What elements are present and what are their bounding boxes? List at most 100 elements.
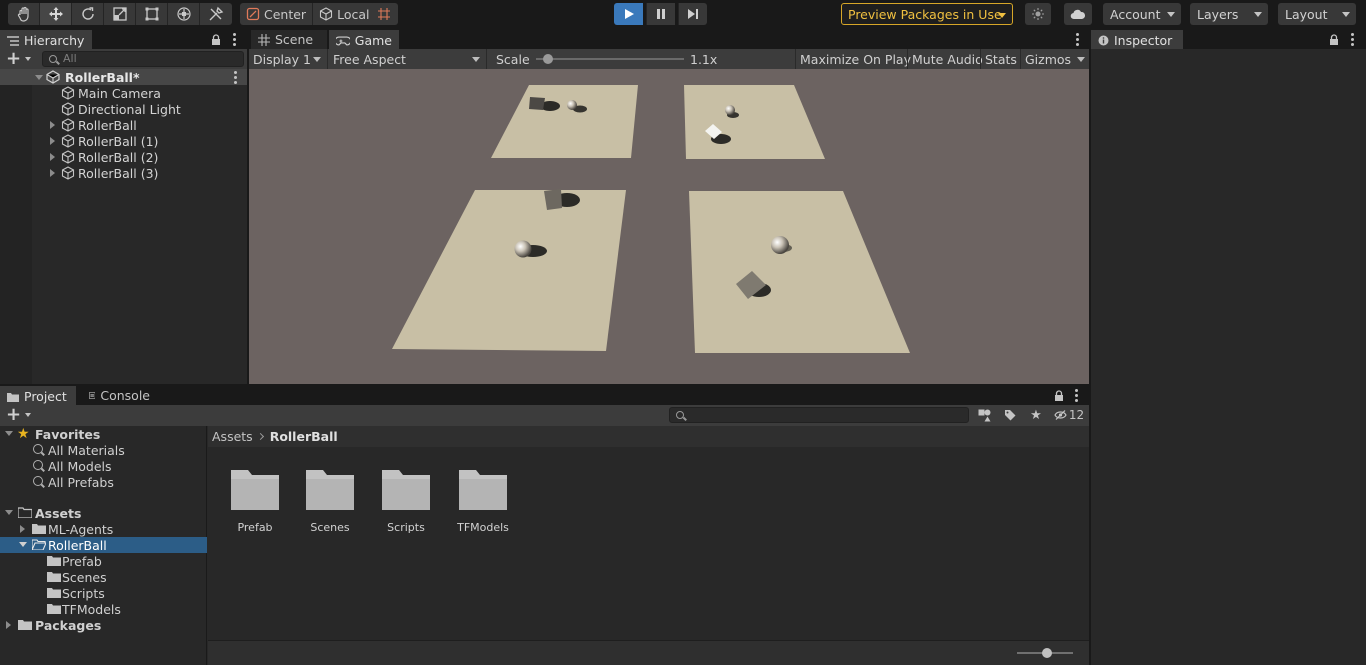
gameobject-cube-icon <box>61 118 75 132</box>
game-render-canvas[interactable] <box>249 69 1089 384</box>
collapse-arrow-icon[interactable] <box>5 510 13 515</box>
grid-snap-button[interactable] <box>370 3 398 25</box>
expand-arrow-icon[interactable] <box>6 621 11 629</box>
folder-ml-agents[interactable]: ML-Agents <box>0 521 207 537</box>
mute-audio-toggle[interactable]: Mute Audio <box>907 49 987 69</box>
asset-folder-prefab[interactable]: Prefab <box>220 454 290 534</box>
tab-inspector[interactable]: Inspector <box>1091 30 1183 49</box>
folder-scenes[interactable]: Scenes <box>0 569 207 585</box>
asset-folder-scripts[interactable]: Scripts <box>371 454 441 534</box>
favorites-row[interactable]: ★ Favorites <box>0 426 207 442</box>
expand-arrow-icon[interactable] <box>20 525 25 533</box>
search-icon <box>33 476 43 486</box>
move-tool-icon[interactable] <box>40 3 72 25</box>
aspect-dropdown[interactable]: Free Aspect <box>329 49 487 69</box>
thumbnail-size-handle[interactable] <box>1042 648 1053 658</box>
breadcrumb-assets[interactable]: Assets <box>212 429 253 444</box>
folder-label: Scripts <box>62 585 105 601</box>
lighting-settings-button[interactable] <box>1025 3 1051 25</box>
folder-scripts[interactable]: Scripts <box>0 585 207 601</box>
packages-row[interactable]: Packages <box>0 617 207 633</box>
favorite-item-all-materials[interactable]: All Materials <box>0 442 207 458</box>
layers-dropdown[interactable]: Layers <box>1190 3 1268 25</box>
hidden-packages-toggle[interactable]: 12 <box>1053 407 1085 423</box>
more-options-icon[interactable] <box>1074 389 1078 402</box>
layout-dropdown[interactable]: Layout <box>1278 3 1356 25</box>
folder-prefab[interactable]: Prefab <box>0 553 207 569</box>
expand-arrow-icon[interactable] <box>50 121 55 129</box>
asset-folder-tfmodels[interactable]: TFModels <box>448 454 518 534</box>
gizmos-dropdown[interactable]: Gizmos <box>1020 49 1089 69</box>
assets-label: Assets <box>35 505 82 521</box>
project-footer <box>208 640 1089 665</box>
account-label: Account <box>1110 6 1161 22</box>
collapse-arrow-icon[interactable] <box>19 542 27 547</box>
hierarchy-search-input[interactable]: All <box>42 51 244 67</box>
expand-arrow-icon[interactable] <box>50 153 55 161</box>
favorites-filter-button[interactable]: ★ <box>1025 407 1047 423</box>
pivot-center-button[interactable]: Center <box>240 3 314 25</box>
hierarchy-item-main-camera[interactable]: Main Camera <box>0 85 247 101</box>
transform-tool-icon[interactable] <box>168 3 200 25</box>
maximize-on-play-toggle[interactable]: Maximize On Play <box>795 49 915 69</box>
thumbnail-size-slider[interactable] <box>1017 648 1073 658</box>
hierarchy-item-rollerball-2[interactable]: RollerBall (2) <box>0 149 247 165</box>
hand-tool-icon[interactable] <box>8 3 40 25</box>
tab-inspector-label: Inspector <box>1114 33 1173 48</box>
tab-scene-label: Scene <box>275 32 314 47</box>
scene-menu-icon[interactable] <box>233 71 237 84</box>
rect-tool-icon[interactable] <box>136 3 168 25</box>
scale-slider-handle[interactable] <box>542 54 553 64</box>
tab-scene[interactable]: Scene <box>251 30 327 49</box>
stats-toggle[interactable]: Stats <box>980 49 1021 69</box>
tab-game[interactable]: Game <box>329 30 399 49</box>
asset-folder-scenes[interactable]: Scenes <box>295 454 365 534</box>
custom-tool-icon[interactable] <box>200 3 232 25</box>
collapse-arrow-icon[interactable] <box>5 431 13 436</box>
folder-tfmodels[interactable]: TFModels <box>0 601 207 617</box>
lock-icon[interactable] <box>1329 34 1339 45</box>
folder-rollerball[interactable]: RollerBall <box>0 537 207 553</box>
pivot-local-button[interactable]: Local <box>313 3 375 25</box>
scene-row[interactable]: RollerBall* <box>0 69 247 85</box>
expand-arrow-icon[interactable] <box>50 137 55 145</box>
display-dropdown[interactable]: Display 1 <box>249 49 328 69</box>
more-options-icon[interactable] <box>1350 33 1354 46</box>
pivot-group: Center Local <box>240 3 376 25</box>
project-search-input[interactable] <box>669 407 969 423</box>
hierarchy-item-rollerball-3[interactable]: RollerBall (3) <box>0 165 247 181</box>
expand-arrow-icon[interactable] <box>50 169 55 177</box>
search-icon <box>33 444 43 454</box>
breadcrumb-rollerball[interactable]: RollerBall <box>270 429 338 444</box>
create-asset-button[interactable]: + <box>6 406 32 424</box>
main-toolbar: Center Local Preview Packages in Use Acc… <box>0 0 1366 29</box>
collapse-arrow-icon[interactable] <box>35 75 43 80</box>
pause-button[interactable] <box>646 3 675 25</box>
filter-by-type-button[interactable] <box>973 407 995 423</box>
rotate-tool-icon[interactable] <box>72 3 104 25</box>
local-space-icon <box>320 7 333 21</box>
aspect-label: Free Aspect <box>333 51 406 67</box>
scale-slider[interactable] <box>536 54 684 64</box>
preview-packages-button[interactable]: Preview Packages in Use <box>841 3 1013 25</box>
lock-icon[interactable] <box>1054 390 1064 401</box>
favorite-item-all-models[interactable]: All Models <box>0 458 207 474</box>
tab-hierarchy[interactable]: Hierarchy <box>0 30 92 49</box>
cloud-button[interactable] <box>1064 3 1092 25</box>
tab-project[interactable]: Project <box>0 386 76 405</box>
hierarchy-item-rollerball-1[interactable]: RollerBall (1) <box>0 133 247 149</box>
account-dropdown[interactable]: Account <box>1103 3 1181 25</box>
play-button[interactable] <box>614 3 643 25</box>
assets-row[interactable]: Assets <box>0 505 207 521</box>
more-options-icon[interactable] <box>232 33 236 46</box>
create-button[interactable]: + <box>6 50 32 68</box>
hierarchy-item-directional-light[interactable]: Directional Light <box>0 101 247 117</box>
scale-tool-icon[interactable] <box>104 3 136 25</box>
tab-console[interactable]: Console <box>82 386 157 405</box>
step-button[interactable] <box>678 3 707 25</box>
lock-icon[interactable] <box>211 34 221 45</box>
hierarchy-item-rollerball[interactable]: RollerBall <box>0 117 247 133</box>
more-options-icon[interactable] <box>1075 33 1079 46</box>
filter-by-label-button[interactable] <box>999 407 1021 423</box>
favorite-item-all-prefabs[interactable]: All Prefabs <box>0 474 207 490</box>
